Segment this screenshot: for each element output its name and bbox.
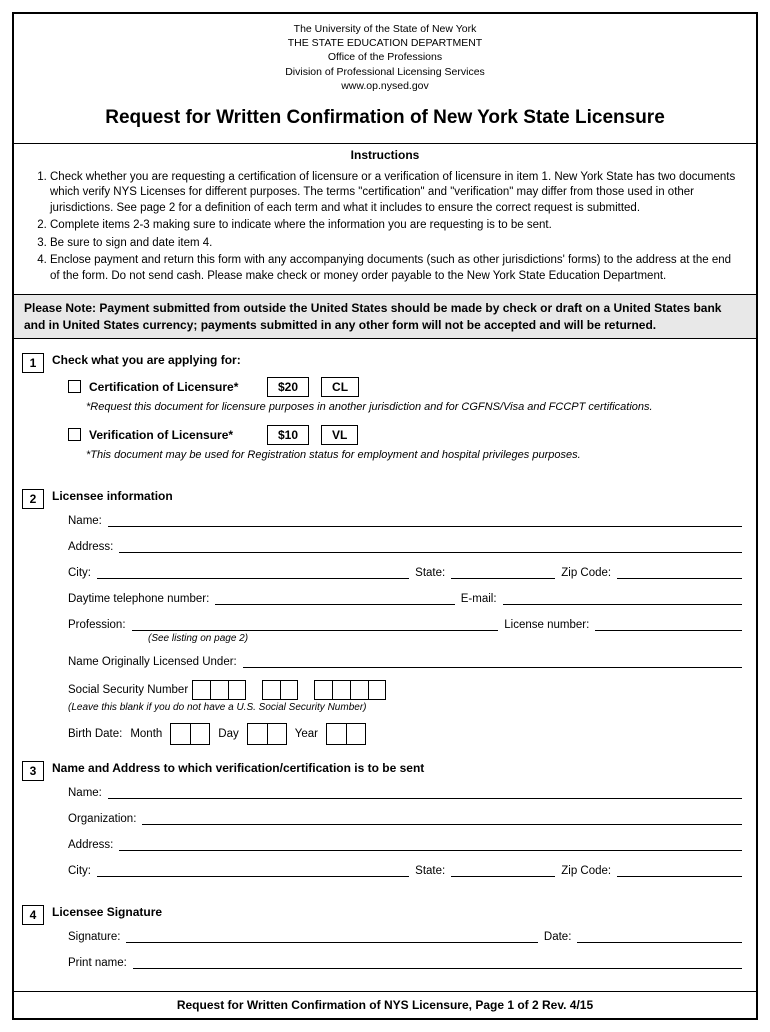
month-label: Month: [130, 728, 162, 740]
recip-state-field[interactable]: [451, 863, 555, 877]
certification-code: CL: [321, 377, 359, 397]
verification-code: VL: [321, 425, 358, 445]
option-verification: Verification of Licensure* $10 VL: [68, 425, 742, 445]
form-container: The University of the State of New York …: [12, 12, 758, 1020]
recip-address-label: Address:: [68, 839, 113, 851]
section-number: 1: [22, 353, 44, 373]
recip-name-label: Name:: [68, 787, 102, 799]
license-field[interactable]: [595, 617, 742, 631]
name-label: Name:: [68, 515, 102, 527]
header-line1: The University of the State of New York: [14, 22, 756, 36]
recip-address-field[interactable]: [119, 837, 742, 851]
header-line2: THE STATE EDUCATION DEPARTMENT: [14, 36, 756, 50]
address-field[interactable]: [119, 539, 742, 553]
certification-price: $20: [267, 377, 309, 397]
checkbox-verification[interactable]: [68, 428, 81, 441]
instruction-3: Be sure to sign and date item 4.: [50, 236, 738, 252]
recip-zip-field[interactable]: [617, 863, 742, 877]
date-field[interactable]: [577, 929, 742, 943]
email-field[interactable]: [503, 591, 742, 605]
city-field[interactable]: [97, 565, 409, 579]
phone-label: Daytime telephone number:: [68, 593, 209, 605]
email-label: E-mail:: [461, 593, 497, 605]
month-field[interactable]: [170, 723, 210, 745]
header-line4: Division of Professional Licensing Servi…: [14, 65, 756, 79]
section-number: 3: [22, 761, 44, 781]
verification-desc: *This document may be used for Registrat…: [86, 449, 742, 461]
section-2-title: Licensee information: [52, 489, 742, 503]
orig-name-label: Name Originally Licensed Under:: [68, 656, 237, 668]
recip-city-field[interactable]: [97, 863, 409, 877]
ssn-group-2[interactable]: [262, 680, 298, 700]
instructions-block: Check whether you are requesting a certi…: [14, 166, 756, 295]
ssn-group-3[interactable]: [314, 680, 386, 700]
section-number: 2: [22, 489, 44, 509]
print-name-label: Print name:: [68, 957, 127, 969]
verification-label: Verification of Licensure*: [89, 428, 259, 442]
orig-name-field[interactable]: [243, 654, 742, 668]
signature-field[interactable]: [126, 929, 537, 943]
year-label: Year: [295, 728, 318, 740]
section-3: 3 Name and Address to which verification…: [14, 755, 756, 899]
instructions-heading: Instructions: [14, 144, 756, 166]
verification-price: $10: [267, 425, 309, 445]
recip-city-label: City:: [68, 865, 91, 877]
state-field[interactable]: [451, 565, 555, 579]
section-number: 4: [22, 905, 44, 925]
header-url: www.op.nysed.gov: [14, 79, 756, 93]
payment-note: Please Note: Payment submitted from outs…: [14, 294, 756, 338]
name-field[interactable]: [108, 513, 742, 527]
city-label: City:: [68, 567, 91, 579]
recip-org-field[interactable]: [142, 811, 742, 825]
address-label: Address:: [68, 541, 113, 553]
license-label: License number:: [504, 619, 589, 631]
instruction-4: Enclose payment and return this form wit…: [50, 253, 738, 284]
date-label: Date:: [544, 931, 572, 943]
phone-field[interactable]: [215, 591, 454, 605]
year-field[interactable]: [326, 723, 366, 745]
section-3-title: Name and Address to which verification/c…: [52, 761, 742, 775]
recip-zip-label: Zip Code:: [561, 865, 611, 877]
option-certification: Certification of Licensure* $20 CL: [68, 377, 742, 397]
page-footer: Request for Written Confirmation of NYS …: [14, 991, 756, 1018]
ssn-note: (Leave this blank if you do not have a U…: [68, 702, 742, 713]
instruction-1: Check whether you are requesting a certi…: [50, 170, 738, 217]
ssn-label: Social Security Number: [68, 684, 188, 696]
section-4: 4 Licensee Signature Signature: Date: Pr…: [14, 899, 756, 991]
state-label: State:: [415, 567, 445, 579]
header-line3: Office of the Professions: [14, 50, 756, 64]
page-title: Request for Written Confirmation of New …: [14, 97, 756, 143]
recip-org-label: Organization:: [68, 813, 136, 825]
profession-subnote: (See listing on page 2): [148, 633, 742, 644]
profession-label: Profession:: [68, 619, 126, 631]
section-1-title: Check what you are applying for:: [52, 353, 742, 367]
checkbox-certification[interactable]: [68, 380, 81, 393]
birth-label: Birth Date:: [68, 728, 122, 740]
recip-name-field[interactable]: [108, 785, 742, 799]
section-2: 2 Licensee information Name: Address: Ci…: [14, 483, 756, 755]
print-name-field[interactable]: [133, 955, 742, 969]
section-1: 1 Check what you are applying for: Certi…: [14, 347, 756, 483]
day-label: Day: [218, 728, 238, 740]
instruction-2: Complete items 2-3 making sure to indica…: [50, 218, 738, 234]
section-4-title: Licensee Signature: [52, 905, 742, 919]
ssn-group-1[interactable]: [192, 680, 246, 700]
zip-field[interactable]: [617, 565, 742, 579]
signature-label: Signature:: [68, 931, 120, 943]
day-field[interactable]: [247, 723, 287, 745]
profession-field[interactable]: [132, 617, 499, 631]
recip-state-label: State:: [415, 865, 445, 877]
certification-desc: *Request this document for licensure pur…: [86, 401, 742, 413]
letterhead: The University of the State of New York …: [14, 14, 756, 97]
certification-label: Certification of Licensure*: [89, 380, 259, 394]
zip-label: Zip Code:: [561, 567, 611, 579]
